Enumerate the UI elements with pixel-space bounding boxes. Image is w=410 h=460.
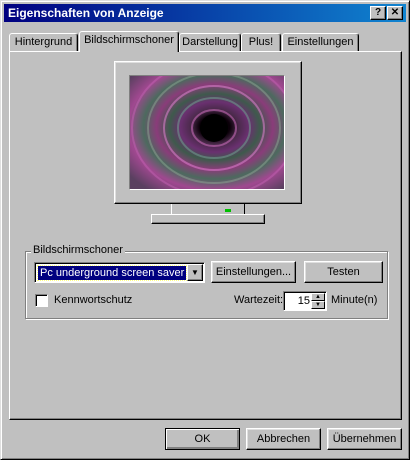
wait-label: Wartezeit: (234, 294, 284, 306)
spin-down-icon[interactable]: ▼ (311, 301, 325, 309)
screensaver-group-label: Bildschirmschoner (31, 244, 125, 256)
tab-plus[interactable]: Plus! (241, 33, 281, 51)
window-title: Eigenschaften von Anzeige (8, 6, 164, 20)
power-led (225, 209, 231, 212)
monitor-stand (151, 214, 265, 224)
display-properties-dialog: Eigenschaften von Anzeige ? ✕ Hintergrun… (0, 0, 410, 460)
dropdown-arrow-icon[interactable]: ▼ (187, 264, 203, 281)
settings-button[interactable]: Einstellungen... (211, 261, 296, 283)
close-button[interactable]: ✕ (387, 6, 403, 20)
ok-button[interactable]: OK (165, 428, 240, 450)
minutes-label: Minute(n) (331, 294, 378, 306)
monitor-neck (171, 204, 245, 214)
screensaver-select[interactable]: Pc underground screen saver ▼ (34, 262, 205, 283)
title-bar[interactable]: Eigenschaften von Anzeige ? ✕ (4, 4, 406, 22)
screensaver-preview (129, 75, 285, 190)
tab-hintergrund[interactable]: Hintergrund (9, 33, 78, 51)
wait-time-stepper[interactable]: 15 ▲ ▼ (283, 291, 327, 311)
password-checkbox[interactable] (35, 294, 48, 307)
apply-button[interactable]: Übernehmen (327, 428, 402, 450)
password-label[interactable]: Kennwortschutz (54, 294, 132, 306)
tab-darstellung[interactable]: Darstellung (179, 33, 241, 51)
tab-bildschirmschoner[interactable]: Bildschirmschoner (79, 31, 179, 52)
spin-up-icon[interactable]: ▲ (311, 293, 325, 301)
help-button[interactable]: ? (370, 6, 386, 20)
tunnel-image (130, 76, 284, 189)
screensaver-selected-value: Pc underground screen saver (36, 265, 188, 281)
test-button[interactable]: Testen (304, 261, 383, 283)
cancel-button[interactable]: Abbrechen (246, 428, 321, 450)
monitor-preview (114, 61, 302, 204)
tab-einstellungen[interactable]: Einstellungen (282, 33, 359, 51)
wait-time-value[interactable]: 15 (298, 295, 310, 307)
